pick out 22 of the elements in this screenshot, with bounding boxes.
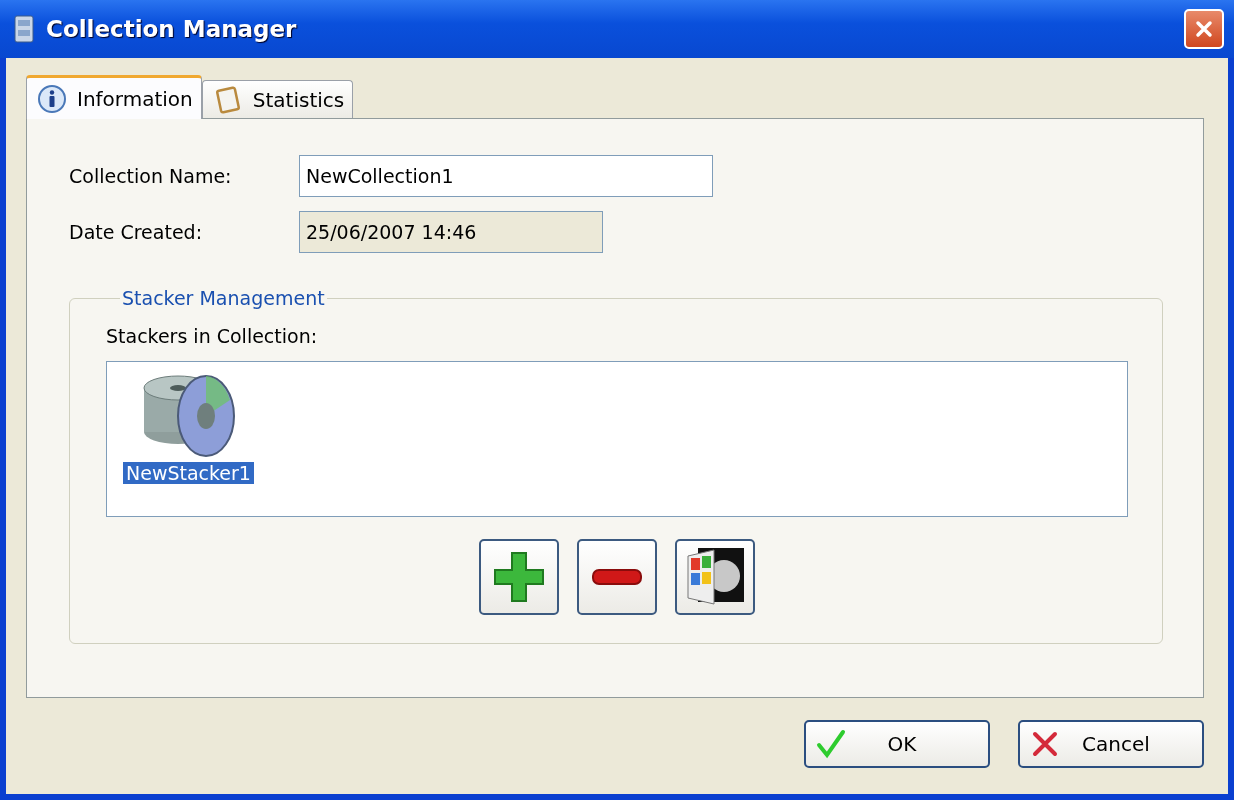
- field-label: Collection Name:: [69, 165, 233, 187]
- close-button[interactable]: [1184, 9, 1224, 49]
- close-icon: [1193, 18, 1215, 40]
- list-item[interactable]: NewStacker1: [123, 462, 254, 484]
- close-icon: [1030, 729, 1060, 759]
- ok-button[interactable]: OK: [804, 720, 990, 768]
- tab[interactable]: Statistics: [201, 80, 354, 118]
- window-title: Collection Manager: [46, 16, 297, 42]
- plus-icon: [491, 549, 547, 605]
- add-button[interactable]: [479, 539, 559, 615]
- remove-button[interactable]: [577, 539, 657, 615]
- minus-icon: [591, 567, 643, 587]
- checkmark-icon: [816, 729, 846, 759]
- list-label: Stackers in Collection:: [106, 325, 319, 347]
- name-field[interactable]: NewCollection1: [299, 155, 713, 197]
- tab[interactable]: Information: [26, 75, 202, 119]
- disc-case-icon: [684, 546, 746, 608]
- cancel-button[interactable]: Cancel: [1018, 720, 1204, 768]
- field-label: Date Created:: [69, 221, 204, 243]
- group-title: Stacker Management: [121, 287, 326, 309]
- disc-case-button[interactable]: [675, 539, 755, 615]
- info-icon: [37, 83, 67, 114]
